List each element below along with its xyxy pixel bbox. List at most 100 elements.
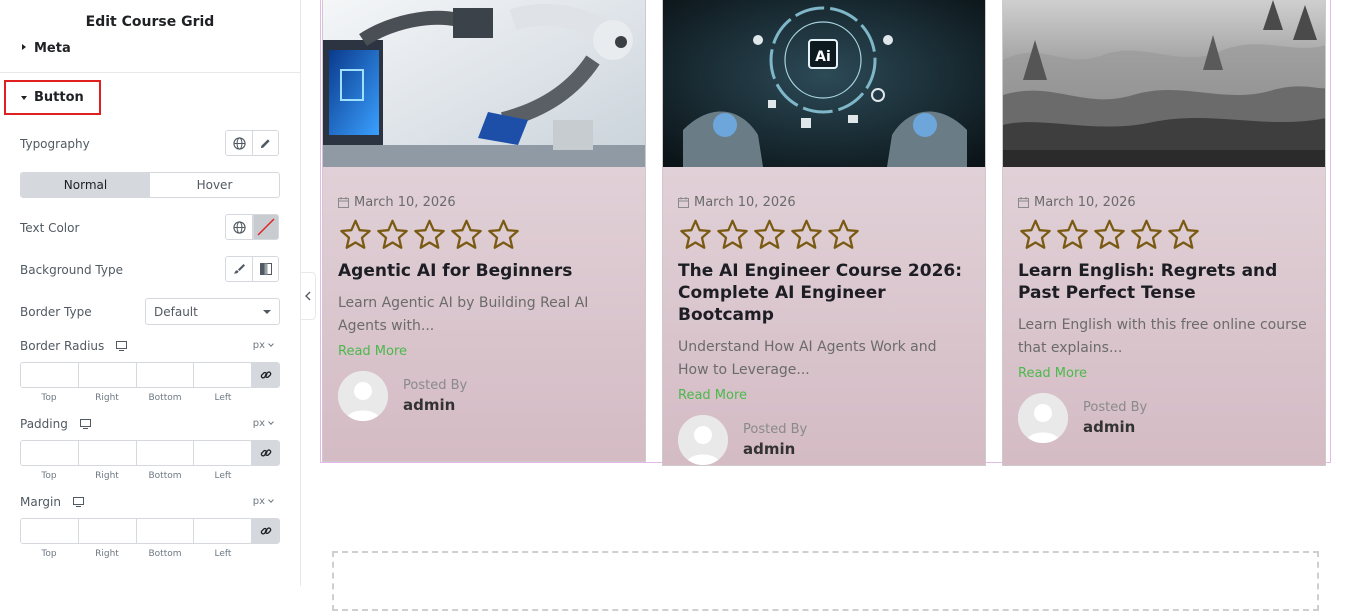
- border-radius-right-input[interactable]: [77, 363, 136, 387]
- padding-dim-labels: Top Right Bottom Left: [20, 471, 252, 481]
- text-color-swatch[interactable]: [252, 215, 278, 239]
- dim-label-bottom: Bottom: [148, 549, 182, 559]
- monitor-icon[interactable]: [72, 497, 84, 507]
- course-author: Posted By admin: [678, 415, 970, 465]
- padding-right-input[interactable]: [77, 441, 136, 465]
- add-section-dropzone[interactable]: [332, 551, 1319, 611]
- read-more-link[interactable]: Read More: [1018, 366, 1310, 381]
- typography-label: Typography: [20, 137, 90, 151]
- author-name[interactable]: admin: [743, 440, 807, 458]
- course-date: March 10, 2026: [338, 195, 630, 210]
- border-radius-bottom-input[interactable]: [135, 363, 194, 387]
- read-more-link[interactable]: Read More: [338, 344, 630, 359]
- margin-left-input[interactable]: [193, 519, 251, 543]
- border-radius-inputs: [20, 362, 280, 388]
- course-card: Ai March 10, 2026 The AI Engineer Course…: [662, 0, 986, 466]
- star-icon: [1168, 219, 1199, 249]
- course-image[interactable]: [1003, 0, 1325, 167]
- section-button-label: Button: [34, 90, 84, 105]
- star-icon: [791, 219, 822, 249]
- border-radius-top-input[interactable]: [21, 363, 78, 387]
- background-classic-button[interactable]: [226, 257, 252, 281]
- margin-inputs: [20, 518, 280, 544]
- ai-chip-text: Ai: [815, 49, 831, 65]
- dim-label-bottom: Bottom: [148, 471, 182, 481]
- chevron-left-icon: [305, 291, 311, 301]
- margin-link-button[interactable]: [251, 519, 279, 543]
- margin-unit[interactable]: px: [252, 496, 274, 507]
- course-image[interactable]: [323, 0, 645, 167]
- course-card: March 10, 2026 Agentic AI for Beginners …: [322, 0, 646, 462]
- dim-label-top: Top: [41, 471, 57, 481]
- margin-top-input[interactable]: [21, 519, 78, 543]
- star-icon: [680, 219, 711, 249]
- read-more-link[interactable]: Read More: [678, 388, 970, 403]
- robot-illustration: [323, 0, 645, 167]
- padding-inputs: [20, 440, 280, 466]
- calendar-icon: [1018, 197, 1029, 208]
- star-icon: [754, 219, 785, 249]
- collapse-panel-button[interactable]: [301, 272, 316, 320]
- posted-by-label: Posted By: [403, 378, 468, 393]
- avatar: [338, 371, 388, 421]
- avatar: [1018, 393, 1068, 443]
- chevron-down-icon: [268, 341, 274, 347]
- state-tabs: Normal Hover: [20, 172, 280, 198]
- caret-right-icon: [22, 44, 26, 50]
- course-title[interactable]: The AI Engineer Course 2026: Complete AI…: [678, 260, 970, 326]
- border-type-label: Border Type: [20, 305, 92, 319]
- misty-forest-illustration: [1003, 0, 1325, 167]
- background-gradient-button[interactable]: [252, 257, 278, 281]
- text-color-global-button[interactable]: [226, 215, 252, 239]
- border-radius-unit[interactable]: px: [252, 340, 274, 351]
- monitor-icon[interactable]: [116, 341, 128, 351]
- author-name[interactable]: admin: [403, 396, 467, 414]
- background-type-controls: [225, 256, 279, 282]
- padding-link-button[interactable]: [251, 441, 279, 465]
- course-title[interactable]: Agentic AI for Beginners: [338, 260, 630, 282]
- star-icon: [488, 219, 519, 249]
- border-type-select[interactable]: Default: [145, 298, 280, 325]
- star-icon: [451, 219, 482, 249]
- course-title[interactable]: Learn English: Regrets and Past Perfect …: [1018, 260, 1310, 304]
- typography-edit-button[interactable]: [252, 131, 278, 155]
- star-icon: [828, 219, 859, 249]
- author-name[interactable]: admin: [1083, 418, 1147, 436]
- no-color-icon: [253, 215, 278, 239]
- typography-global-button[interactable]: [226, 131, 252, 155]
- course-date-text: March 10, 2026: [354, 195, 456, 210]
- unit-label: px: [252, 496, 265, 507]
- tab-hover[interactable]: Hover: [150, 173, 279, 197]
- margin-label-row: Margin: [20, 495, 84, 509]
- padding-top-input[interactable]: [21, 441, 78, 465]
- link-icon: [260, 371, 271, 379]
- dim-label-left: Left: [214, 549, 232, 559]
- background-type-label: Background Type: [20, 263, 123, 277]
- border-radius-left-input[interactable]: [193, 363, 251, 387]
- dropdown-arrow-icon: [263, 309, 271, 314]
- dim-label-top: Top: [41, 393, 57, 403]
- border-radius-label-row: Border Radius: [20, 339, 128, 353]
- padding-left-input[interactable]: [193, 441, 251, 465]
- margin-right-input[interactable]: [77, 519, 136, 543]
- course-date: March 10, 2026: [1018, 195, 1310, 210]
- monitor-icon[interactable]: [79, 419, 91, 429]
- tab-normal[interactable]: Normal: [21, 173, 150, 197]
- section-button-toggle[interactable]: Button: [4, 80, 101, 115]
- pencil-icon: [260, 138, 270, 148]
- course-author: Posted By admin: [1018, 393, 1310, 443]
- unit-label: px: [252, 340, 265, 351]
- course-excerpt: Understand How AI Agents Work and How to…: [678, 339, 937, 378]
- course-image[interactable]: Ai: [663, 0, 985, 167]
- padding-unit[interactable]: px: [253, 418, 274, 429]
- ai-circuit-illustration: Ai: [663, 0, 985, 167]
- star-icon: [1020, 219, 1051, 249]
- calendar-icon: [678, 197, 689, 208]
- user-avatar-icon: [338, 371, 388, 421]
- border-radius-link-button[interactable]: [251, 363, 279, 387]
- rating-stars: [338, 218, 630, 252]
- padding-bottom-input[interactable]: [135, 441, 194, 465]
- posted-by-label: Posted By: [1083, 400, 1148, 415]
- margin-bottom-input[interactable]: [135, 519, 194, 543]
- section-meta-toggle[interactable]: Meta: [0, 41, 300, 73]
